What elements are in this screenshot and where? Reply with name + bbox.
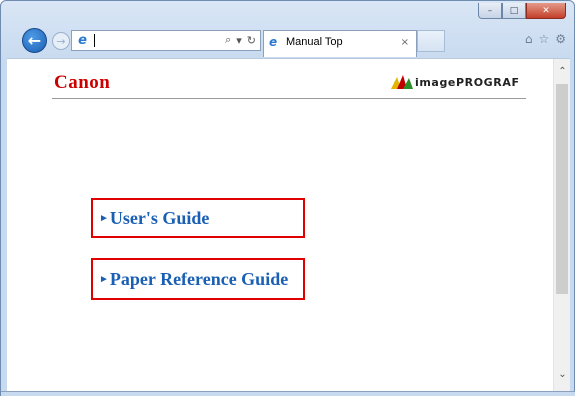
tab-manual-top[interactable]: e Manual Top × bbox=[263, 30, 417, 57]
page-content: Canon imagePROGRAF ► User's Guide ► Pape… bbox=[7, 58, 570, 392]
vertical-scrollbar[interactable]: ⌃ ⌄ bbox=[553, 59, 570, 392]
imageprograf-text: imagePROGRAF bbox=[415, 75, 520, 89]
arrow-right-icon: ► bbox=[99, 212, 109, 224]
users-guide-link[interactable]: ► User's Guide bbox=[91, 198, 305, 238]
ie-page-icon: e bbox=[78, 33, 87, 48]
browser-window: – □ ✕ ← → e ⌕ ▾ ↻ e Manual Top × ⌂ ☆ ⚙ C… bbox=[0, 0, 575, 396]
window-bottom-border bbox=[1, 391, 575, 396]
users-guide-label: User's Guide bbox=[109, 207, 210, 228]
home-icon[interactable]: ⌂ bbox=[525, 32, 533, 46]
toolbar-icons: ⌂ ☆ ⚙ bbox=[525, 32, 566, 46]
tab-title: Manual Top bbox=[286, 36, 343, 48]
canon-logo: Canon bbox=[54, 72, 111, 93]
ie-tab-icon: e bbox=[269, 35, 278, 49]
chevron-down-icon[interactable]: ▾ bbox=[236, 34, 242, 47]
navigation-bar: ← → e ⌕ ▾ ↻ e Manual Top × ⌂ ☆ ⚙ bbox=[1, 25, 575, 57]
gear-icon[interactable]: ⚙ bbox=[555, 32, 566, 46]
refresh-icon[interactable]: ↻ bbox=[247, 34, 256, 47]
scroll-up-icon[interactable]: ⌃ bbox=[554, 63, 571, 80]
arrow-right-icon: ► bbox=[99, 273, 109, 285]
header-divider bbox=[52, 98, 526, 99]
address-bar[interactable]: e ⌕ ▾ ↻ bbox=[71, 30, 261, 51]
new-tab-button[interactable] bbox=[417, 30, 445, 52]
address-tools: ⌕ ▾ ↻ bbox=[225, 33, 256, 47]
search-icon[interactable]: ⌕ bbox=[225, 33, 231, 47]
scroll-down-icon[interactable]: ⌄ bbox=[554, 366, 571, 383]
close-tab-icon[interactable]: × bbox=[401, 37, 409, 48]
imageprograf-mark-icon bbox=[391, 75, 413, 89]
back-button[interactable]: ← bbox=[22, 28, 47, 53]
minimize-button[interactable]: – bbox=[478, 3, 502, 19]
text-cursor bbox=[94, 34, 95, 47]
window-caption-buttons: – □ ✕ bbox=[478, 3, 566, 19]
paper-reference-guide-label: Paper Reference Guide bbox=[109, 268, 289, 289]
maximize-button[interactable]: □ bbox=[502, 3, 526, 19]
imageprograf-logo: imagePROGRAF bbox=[391, 75, 520, 89]
forward-button[interactable]: → bbox=[52, 32, 70, 50]
paper-reference-guide-link[interactable]: ► Paper Reference Guide bbox=[91, 258, 305, 300]
close-window-button[interactable]: ✕ bbox=[526, 3, 566, 19]
favorites-star-icon[interactable]: ☆ bbox=[538, 32, 549, 46]
scroll-thumb[interactable] bbox=[556, 84, 568, 294]
